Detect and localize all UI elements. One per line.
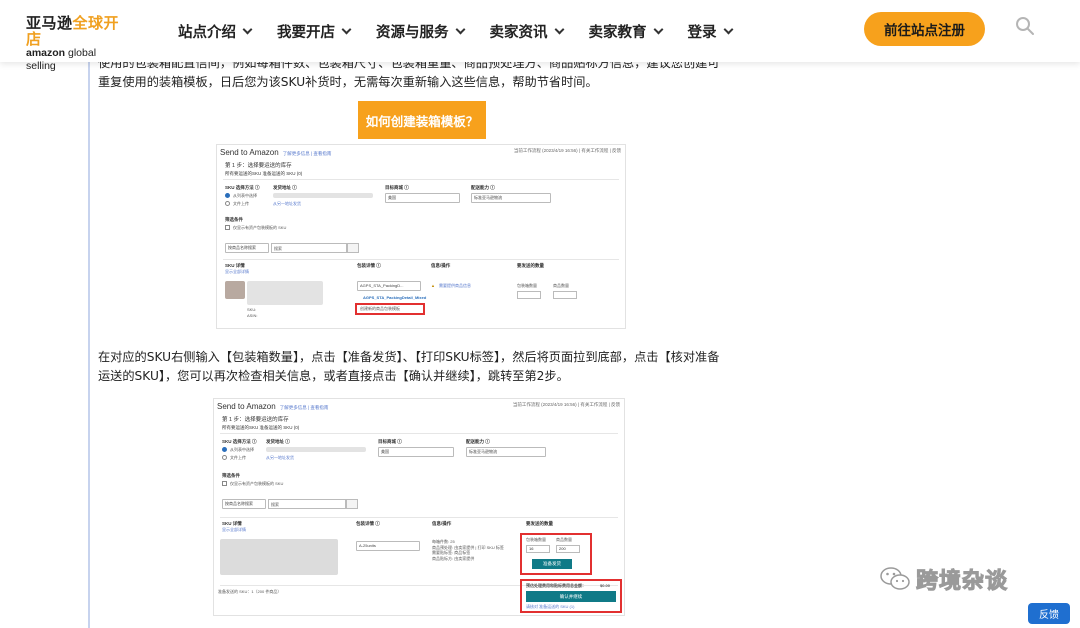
shot2-filter-label: 筛选条件 — [222, 473, 240, 478]
shot1-warning-link[interactable]: 需要提供商品信息 — [439, 283, 471, 289]
shot2-col-sku-method: SKU 选择方法 ⓘ — [222, 439, 257, 444]
amazon-global-selling-logo[interactable]: 亚马逊全球开店 amazon global selling — [26, 15, 126, 73]
shot1-table-info: 信息/操作 — [431, 263, 451, 268]
shot1-col-sku-method: SKU 选择方法 ⓘ — [225, 185, 260, 190]
nav-item-sites[interactable]: 站点介绍 — [178, 21, 253, 42]
shot2-table-sku-link[interactable]: 显示全部详情 — [222, 527, 246, 533]
shot1-search-button[interactable] — [347, 243, 359, 253]
shot1-create-template-option[interactable]: 创建新的商品包装模板 — [360, 306, 400, 312]
shot1-product-thumbnail — [225, 281, 245, 299]
nav-item-login[interactable]: 登录 — [688, 21, 733, 42]
logo-en-bold: amazon — [26, 47, 66, 59]
send-to-amazon-screenshot-1: Send to Amazon 了解更多信息 | 查看指南 当前工作流程 (2023… — [216, 144, 626, 329]
shot1-filter-checkbox[interactable] — [225, 225, 230, 230]
chevron-down-icon — [653, 24, 663, 34]
nav-item-resources[interactable]: 资源与服务 — [376, 21, 465, 42]
shot2-filter-checkbox[interactable] — [222, 481, 227, 486]
shot1-radio-list[interactable] — [225, 193, 230, 198]
shot2-confirm-continue-button[interactable]: 确认并继续 — [526, 591, 616, 602]
feedback-button[interactable]: 反馈 — [1028, 603, 1070, 624]
shot1-table-qty: 要发送的数量 — [517, 263, 544, 268]
shot1-pack-dropdown-item[interactable]: AGPS_STA_PackingDetail_Mixed — [363, 295, 426, 300]
register-site-button[interactable]: 前往站点注册 — [864, 12, 985, 46]
shot2-tabs[interactable]: 所有要运送的SKU 准备运送的 SKU (0) — [222, 425, 299, 431]
site-header: 亚马逊全球开店 amazon global selling 站点介绍 我要开店 … — [0, 0, 1080, 72]
shot2-qty-boxes-input[interactable]: 16 — [526, 545, 550, 553]
chevron-down-icon — [455, 24, 465, 34]
chevron-down-icon — [554, 24, 564, 34]
shot1-col-ship-from: 发货地址 ⓘ — [273, 185, 297, 190]
shot2-marketplace-select[interactable]: 美国 — [378, 447, 454, 457]
shot2-table-pack: 包装详情 ⓘ — [356, 521, 380, 526]
shot1-col-marketplace: 目标商城 ⓘ — [385, 185, 409, 190]
send-to-amazon-screenshot-2: Send to Amazon 了解更多信息 | 查看指南 当前工作流程 (2023… — [213, 398, 625, 616]
shot2-col-fulfillment: 配送能力 ⓘ — [466, 439, 490, 444]
nav-item-seller-education[interactable]: 卖家教育 — [589, 21, 663, 42]
shot1-topright: 当前工作流程 (2023/4/19 16:56) | 有关工作流程 | 反馈 — [513, 148, 621, 153]
shot1-radio-upload[interactable] — [225, 201, 230, 206]
chevron-down-icon — [242, 24, 253, 34]
search-icon[interactable] — [1015, 16, 1035, 36]
nav-item-seller-news[interactable]: 卖家资讯 — [490, 21, 564, 42]
shot1-ship-from-link[interactable]: 从另一地址发货 — [273, 201, 301, 207]
shot1-marketplace-select[interactable]: 美国 — [385, 193, 460, 203]
shot1-fulfillment-select[interactable]: 标准亚马逊物流 — [471, 193, 551, 203]
warning-icon: ▲ — [431, 283, 435, 288]
chevron-down-icon — [341, 24, 352, 34]
shot2-step-title: 第 1 步：选择要运送的库存 — [222, 417, 289, 423]
shot1-address-blurred — [273, 193, 373, 198]
shot2-qty-units-input[interactable]: 200 — [556, 545, 580, 553]
shot1-pack-select[interactable]: AGPS_STA_PackingD... — [357, 281, 421, 291]
shot1-qty-boxes-input[interactable] — [517, 291, 541, 299]
shot2-topright: 当前工作流程 (2023/4/19 16:56) | 有关工作流程 | 反馈 — [512, 402, 620, 407]
wechat-watermark: 跨境杂谈 — [880, 563, 1008, 595]
shot1-search-type-select[interactable]: 按商品名称搜索 — [225, 243, 269, 253]
shot2-col-ship-from: 发货地址 ⓘ — [266, 439, 290, 444]
shot1-table-sku-link[interactable]: 显示全部详情 — [225, 269, 249, 275]
shot2-radio-upload[interactable] — [222, 455, 227, 460]
shot1-title: Send to Amazon — [220, 148, 279, 157]
shot1-table-pack: 包装详情 ⓘ — [357, 263, 381, 268]
shot2-title-link[interactable]: 了解更多信息 | 查看指南 — [280, 405, 329, 410]
shot2-fee-value: $0.00 — [600, 583, 611, 588]
shot1-step-title: 第 1 步：选择要运送的库存 — [225, 163, 292, 169]
shot2-ship-from-link[interactable]: 从另一地址发货 — [266, 455, 294, 461]
shot2-info-text: 每箱件数: 25 商品预处理: 由卖家提供 | 打印 SKU 标签 需要贴标签:… — [432, 539, 504, 561]
shot1-search-input[interactable]: 搜索 — [271, 243, 347, 253]
shot2-fee-label: 预估处理费用和贴标费用总金额： — [526, 583, 586, 588]
shot2-fulfillment-select[interactable]: 标准亚马逊物流 — [466, 447, 546, 457]
main-nav: 站点介绍 我要开店 资源与服务 卖家资讯 卖家教育 登录 — [178, 0, 758, 62]
paragraph-enter-box-quantity: 在对应的SKU右侧输入【包装箱数量】，点击【准备发货】、【打印SKU标签】，然后… — [98, 350, 720, 383]
shot2-ready-button[interactable]: 准备发货 — [532, 559, 572, 569]
shot2-table-info: 信息/操作 — [432, 521, 452, 526]
shot2-table-qty: 要发送的数量 — [526, 521, 553, 526]
shot2-radio-list[interactable] — [222, 447, 227, 452]
shot1-tabs[interactable]: 所有要运送的SKU 准备运送的 SKU (0) — [225, 171, 302, 177]
how-to-create-template-button[interactable]: 如何创建装箱模板？ — [358, 101, 486, 139]
chevron-down-icon — [723, 24, 733, 34]
shot2-pack-select[interactable]: A-25units — [356, 541, 420, 551]
shot2-product-blurred — [220, 539, 338, 575]
shot1-filter-label: 筛选条件 — [225, 217, 243, 222]
wechat-icon — [880, 567, 910, 590]
watermark-text: 跨境杂谈 — [915, 569, 1009, 595]
shot1-col-fulfillment: 配送能力 ⓘ — [471, 185, 495, 190]
shot2-title: Send to Amazon — [217, 402, 276, 411]
shot2-search-input[interactable]: 搜索 — [268, 499, 346, 509]
shot2-footer-text: 准备发送的 SKU：1（200 件商品） — [218, 589, 282, 594]
nav-item-open-store[interactable]: 我要开店 — [277, 21, 352, 42]
article-content: 使用的包装箱配置信间，例如每箱件数、包装箱尺寸、包装箱重量、商品预处理方、商品贴… — [88, 56, 728, 628]
shot2-search-type-select[interactable]: 按商品名称搜索 — [222, 499, 266, 509]
shot1-product-name-blurred — [247, 281, 323, 305]
shot2-search-button[interactable] — [346, 499, 358, 509]
shot1-title-link[interactable]: 了解更多信息 | 查看指南 — [283, 151, 332, 156]
shot2-address-blurred — [266, 447, 366, 452]
shot1-qty-units-input[interactable] — [553, 291, 577, 299]
shot2-review-link[interactable]: 请核对 准备运送的 SKU (1) — [526, 604, 574, 610]
shot2-col-marketplace: 目标商城 ⓘ — [378, 439, 402, 444]
